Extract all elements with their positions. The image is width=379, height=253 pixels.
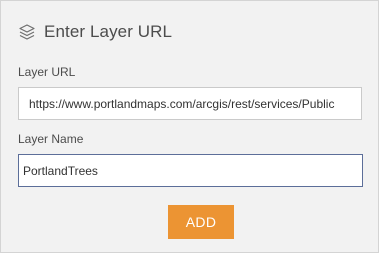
panel-title: Enter Layer URL — [44, 22, 173, 41]
add-layer-panel: Enter Layer URL Layer URL Layer Name ADD — [0, 0, 379, 253]
add-button[interactable]: ADD — [168, 205, 234, 239]
layer-url-input[interactable] — [18, 87, 362, 120]
layers-icon — [18, 23, 36, 41]
layer-url-label: Layer URL — [18, 65, 76, 79]
panel-header: Enter Layer URL — [18, 20, 172, 44]
layer-name-input[interactable] — [18, 154, 363, 187]
layer-name-label: Layer Name — [18, 132, 84, 146]
